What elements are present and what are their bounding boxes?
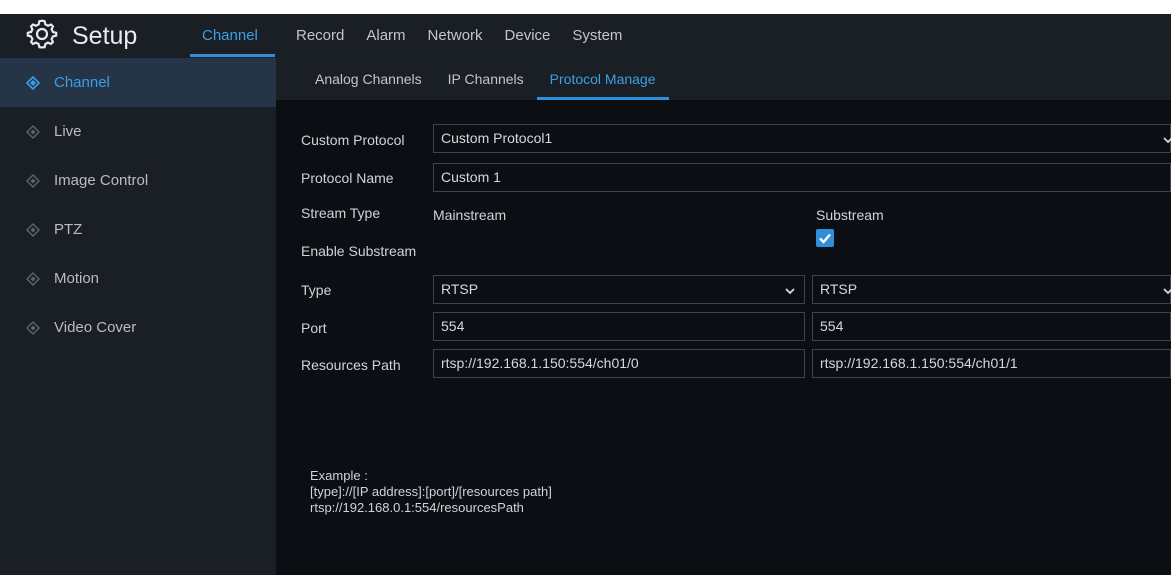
chevron-down-icon[interactable] [1162,133,1171,145]
custom-protocol-select[interactable]: Custom Protocol1 [433,124,1171,153]
diamond-icon [26,222,40,237]
sidebar-item-label: Channel [54,74,110,91]
custom-protocol-label: Custom Protocol [301,132,405,148]
diamond-icon [26,173,40,188]
sidebar-item-label: Image Control [54,172,149,189]
sidebar-item-video-cover[interactable]: Video Cover [0,303,276,352]
chevron-down-icon[interactable] [784,284,796,296]
main-port-field[interactable]: 554 [433,312,805,341]
custom-protocol-value: Custom Protocol1 [441,130,553,146]
sub-tabs: Analog Channels IP Channels Protocol Man… [276,58,1171,100]
protocol-name-label: Protocol Name [301,170,394,186]
tab-alarm[interactable]: Alarm [355,14,416,58]
resources-path-label: Resources Path [301,357,401,373]
port-label: Port [301,320,327,336]
sub-port-value: 554 [820,318,844,334]
enable-substream-checkbox[interactable] [816,229,834,247]
tab-system[interactable]: System [561,14,633,58]
diamond-icon [26,320,40,335]
top-nav: Channel Record Alarm Network Device Syst… [190,14,633,58]
sub-port-field[interactable]: 554 [812,312,1171,341]
chevron-down-icon[interactable] [1162,284,1171,296]
sidebar-item-label: PTZ [54,221,83,238]
sidebar-item-label: Live [54,123,82,140]
main-path-value: rtsp://192.168.1.150:554/ch01/0 [441,355,639,371]
sidebar-item-label: Motion [54,270,100,287]
gear-icon [26,18,58,55]
sub-path-field[interactable]: rtsp://192.168.1.150:554/ch01/1 [812,349,1171,378]
sidebar-item-live[interactable]: Live [0,107,276,156]
protocol-name-value: Custom 1 [441,169,501,185]
protocol-name-field[interactable]: Custom 1 [433,163,1171,192]
checkmark-icon [819,233,831,244]
subtab-analog-channels[interactable]: Analog Channels [276,58,435,100]
sidebar-item-ptz[interactable]: PTZ [0,205,276,254]
subtab-protocol-manage[interactable]: Protocol Manage [536,58,669,100]
main-path-field[interactable]: rtsp://192.168.1.150:554/ch01/0 [433,349,805,378]
substream-header: Substream [816,207,884,223]
enable-substream-label: Enable Substream [301,243,417,259]
example-format: [type]://[IP address]:[port]/[resources … [310,484,552,499]
example-url: rtsp://192.168.0.1:554/resourcesPath [310,500,524,515]
main-type-select[interactable]: RTSP [433,275,805,304]
main-port-value: 554 [441,318,465,334]
subtab-ip-channels[interactable]: IP Channels [435,58,537,100]
main-type-value: RTSP [441,281,479,297]
sidebar-item-label: Video Cover [54,319,137,336]
tab-channel[interactable]: Channel [190,14,277,58]
sub-type-select[interactable]: RTSP [812,275,1171,304]
mainstream-header: Mainstream [433,207,507,223]
diamond-icon [25,75,41,90]
tab-device[interactable]: Device [494,14,562,58]
tab-network[interactable]: Network [417,14,494,58]
example-title: Example : [310,468,368,483]
diamond-icon [26,124,40,139]
sidebar: Channel Live Image Control PTZ Motion Vi… [0,58,276,575]
sidebar-item-channel[interactable]: Channel [0,58,276,107]
stream-type-label: Stream Type [301,205,381,221]
top-bar: Setup Channel Record Alarm Network Devic… [0,14,1171,58]
sidebar-item-image-control[interactable]: Image Control [0,156,276,205]
example-text: Example : [type]://[IP address]:[port]/[… [310,468,552,516]
sub-type-value: RTSP [820,281,858,297]
diamond-icon [26,271,40,286]
sidebar-item-motion[interactable]: Motion [0,254,276,303]
type-label: Type [301,282,332,298]
tab-record[interactable]: Record [285,14,355,58]
page-title: Setup [72,21,138,50]
sub-path-value: rtsp://192.168.1.150:554/ch01/1 [820,355,1018,371]
brand: Setup [26,14,137,58]
